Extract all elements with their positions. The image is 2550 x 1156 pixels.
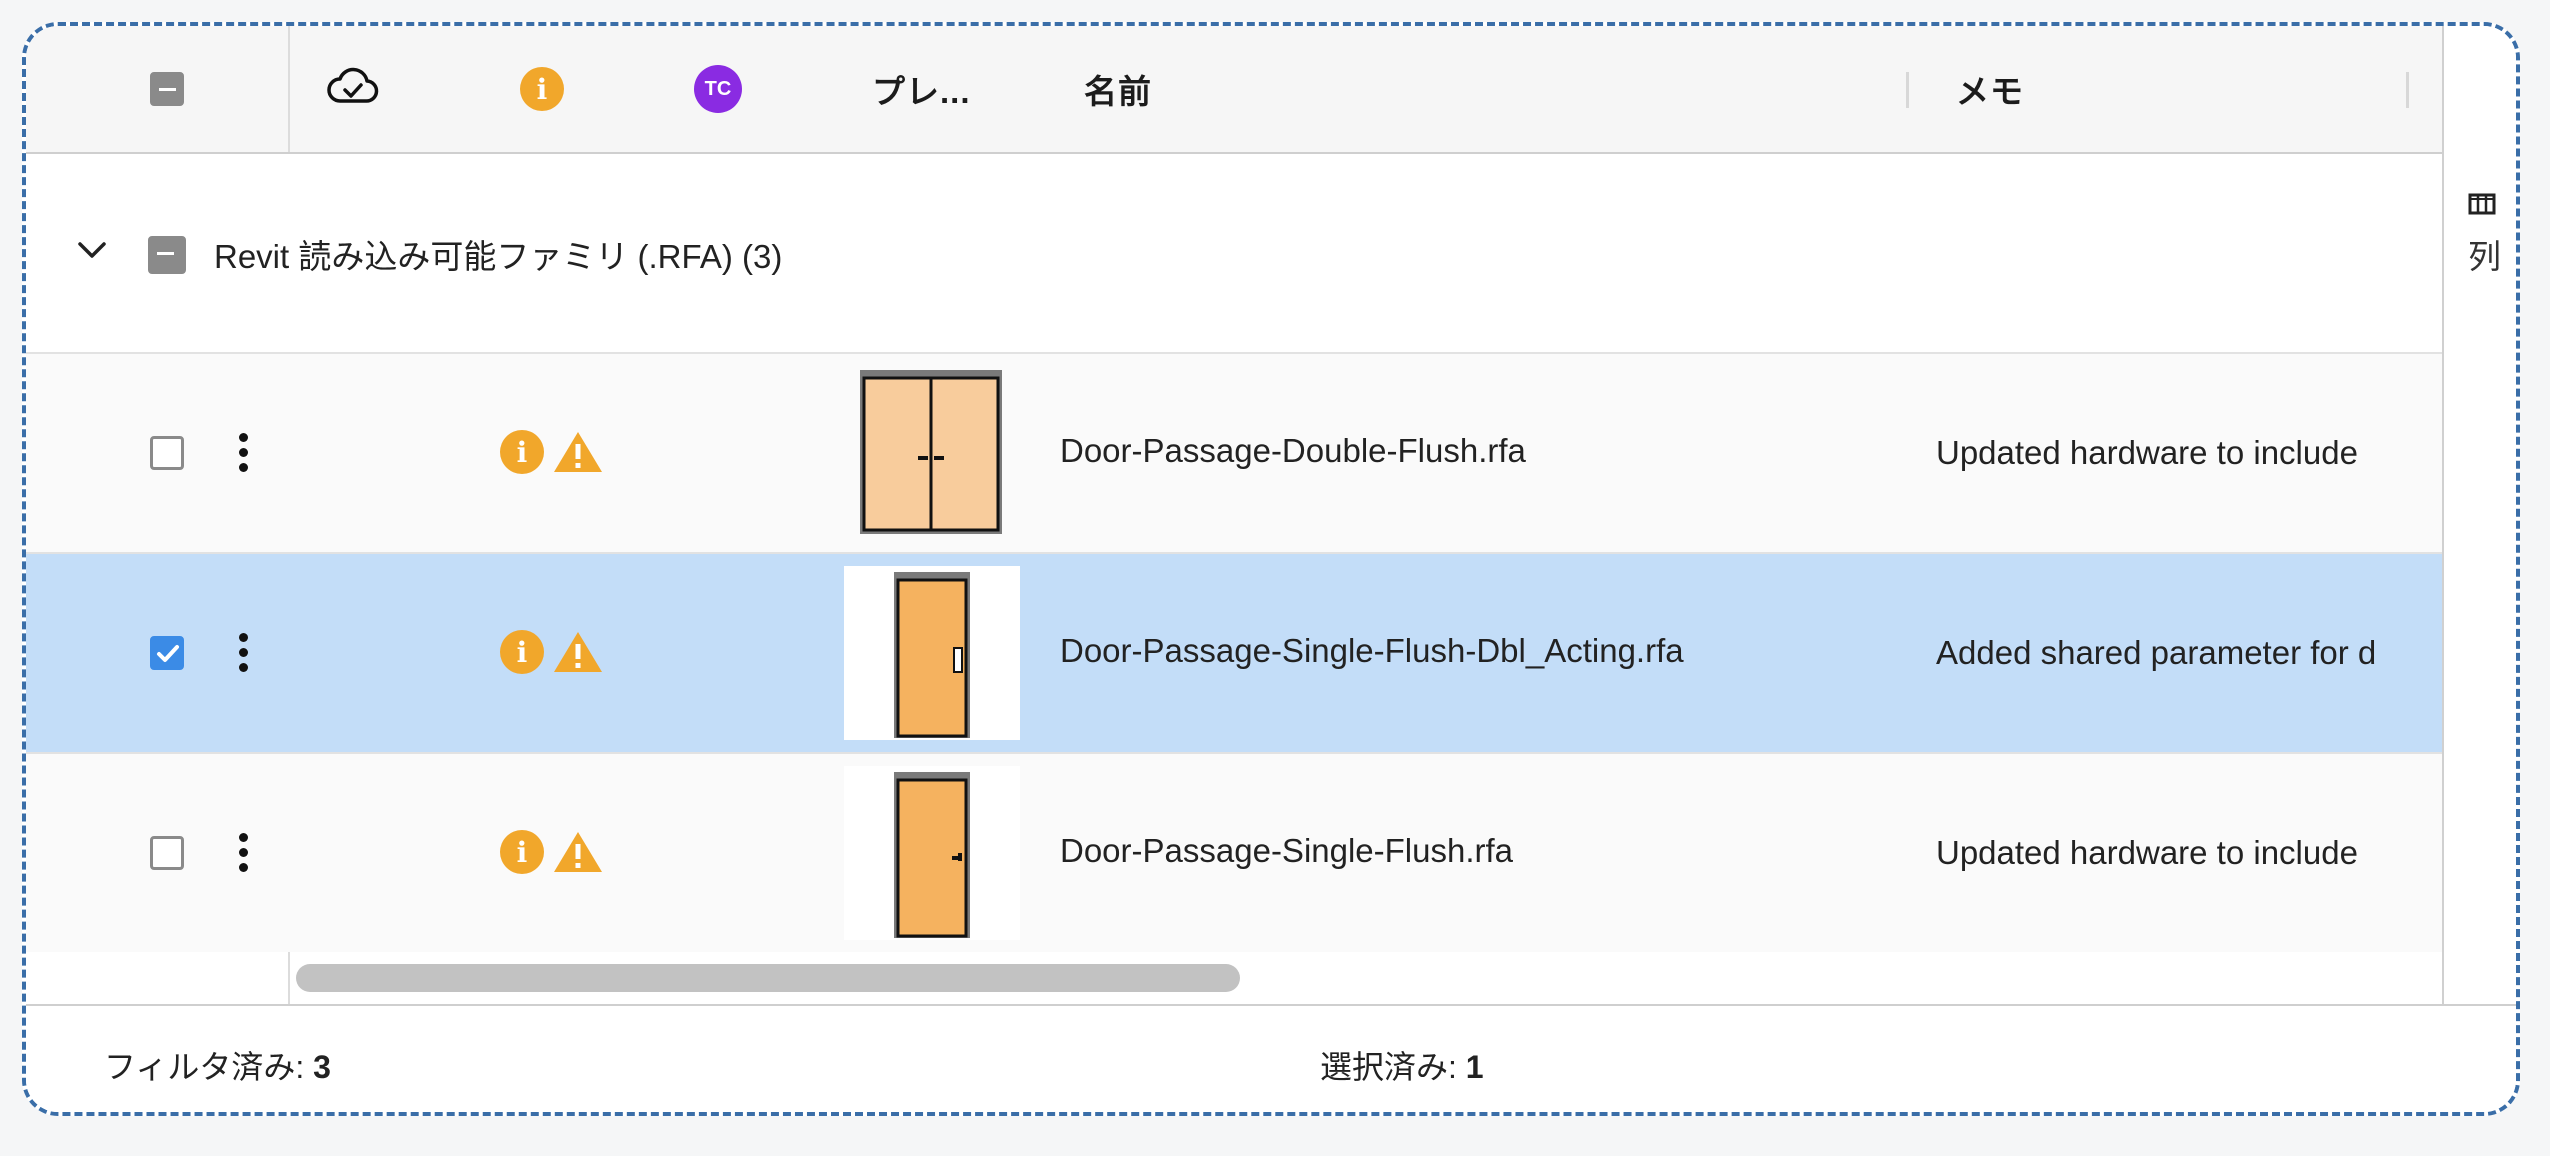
table-row[interactable]: i Door-Passage-Single-Flush.rfa Updated … bbox=[26, 754, 2442, 954]
header-info[interactable]: i bbox=[520, 66, 564, 112]
more-vertical-icon[interactable] bbox=[234, 630, 254, 676]
group-row[interactable]: Revit 読み込み可能ファミリ (.RFA) (3) bbox=[26, 154, 2442, 354]
single-door-thumbnail[interactable] bbox=[844, 766, 1020, 940]
column-divider bbox=[288, 26, 290, 152]
memo-text: Updated hardware to include bbox=[1936, 834, 2358, 871]
column-resize-handle[interactable] bbox=[2406, 72, 2409, 108]
single-door-dbl-acting-thumbnail[interactable] bbox=[844, 566, 1020, 740]
header-name[interactable]: 名前 bbox=[1084, 66, 1152, 112]
header-memo[interactable]: メモ bbox=[1956, 66, 2024, 112]
more-vertical-icon[interactable] bbox=[234, 430, 254, 476]
row-checkbox[interactable] bbox=[150, 436, 184, 470]
info-icon[interactable]: i bbox=[500, 830, 544, 874]
warning-icon[interactable] bbox=[552, 430, 604, 479]
data-grid-frame: i TC プレ... 名前 メモ Revit 読み込み可能ファミリ (.RFA)… bbox=[22, 22, 2520, 1116]
warning-icon[interactable] bbox=[552, 830, 604, 879]
filtered-label: フィルタ済み: bbox=[104, 1049, 305, 1085]
header-avatar[interactable]: TC bbox=[694, 65, 742, 113]
row-checkbox[interactable] bbox=[150, 836, 184, 870]
info-icon: i bbox=[520, 67, 564, 111]
header-preview[interactable]: プレ... bbox=[872, 66, 971, 112]
filtered-count-status: フィルタ済み: 3 bbox=[104, 1042, 331, 1088]
select-all-checkbox[interactable] bbox=[150, 72, 184, 106]
columns-icon[interactable] bbox=[2468, 192, 2496, 221]
table-row[interactable]: i Door-Passage-Double-Flush.rfa Updated … bbox=[26, 354, 2442, 554]
table-row[interactable]: i Door-Passage-Single-Flush-Dbl_Acting.r… bbox=[26, 554, 2442, 754]
double-door-thumbnail[interactable] bbox=[860, 366, 1002, 540]
selected-count: 1 bbox=[1465, 1049, 1484, 1085]
more-vertical-icon[interactable] bbox=[234, 830, 254, 876]
group-label: Revit 読み込み可能ファミリ (.RFA) (3) bbox=[214, 238, 783, 275]
cloud-check-icon bbox=[326, 67, 380, 112]
selected-count-status: 選択済み: 1 bbox=[1320, 1042, 1484, 1088]
grid-footer: フィルタ済み: 3 選択済み: 1 bbox=[26, 1004, 2516, 1112]
info-icon[interactable]: i bbox=[500, 430, 544, 474]
info-icon[interactable]: i bbox=[500, 630, 544, 674]
data-grid: i TC プレ... 名前 メモ Revit 読み込み可能ファミリ (.RFA)… bbox=[26, 26, 2442, 1004]
group-checkbox[interactable] bbox=[148, 236, 186, 274]
selected-label: 選択済み: bbox=[1320, 1049, 1457, 1085]
row-checkbox[interactable] bbox=[150, 636, 184, 670]
file-name[interactable]: Door-Passage-Single-Flush-Dbl_Acting.rfa bbox=[1060, 632, 1684, 670]
columns-label[interactable]: 列 bbox=[2468, 230, 2501, 278]
warning-icon[interactable] bbox=[552, 630, 604, 679]
file-name[interactable]: Door-Passage-Double-Flush.rfa bbox=[1060, 432, 1526, 470]
column-resize-handle[interactable] bbox=[1906, 72, 1909, 108]
scrollbar-thumb[interactable] bbox=[296, 964, 1240, 992]
scrollbar-spacer bbox=[26, 952, 290, 1004]
header-select-all[interactable] bbox=[150, 66, 184, 112]
header-cloud-status[interactable] bbox=[326, 66, 380, 112]
avatar: TC bbox=[694, 65, 742, 113]
name-column-label: 名前 bbox=[1084, 73, 1152, 110]
memo-text: Updated hardware to include bbox=[1936, 434, 2358, 471]
memo-text: Added shared parameter for d bbox=[1936, 634, 2377, 671]
file-name[interactable]: Door-Passage-Single-Flush.rfa bbox=[1060, 832, 1513, 870]
columns-side-panel[interactable]: 列 bbox=[2442, 26, 2516, 1004]
horizontal-scrollbar[interactable] bbox=[26, 952, 2442, 1004]
chevron-down-icon[interactable] bbox=[76, 240, 108, 267]
preview-column-label: プレ... bbox=[872, 73, 971, 110]
grid-header: i TC プレ... 名前 メモ bbox=[26, 26, 2442, 154]
filtered-count: 3 bbox=[313, 1049, 331, 1085]
memo-column-label: メモ bbox=[1956, 73, 2024, 110]
